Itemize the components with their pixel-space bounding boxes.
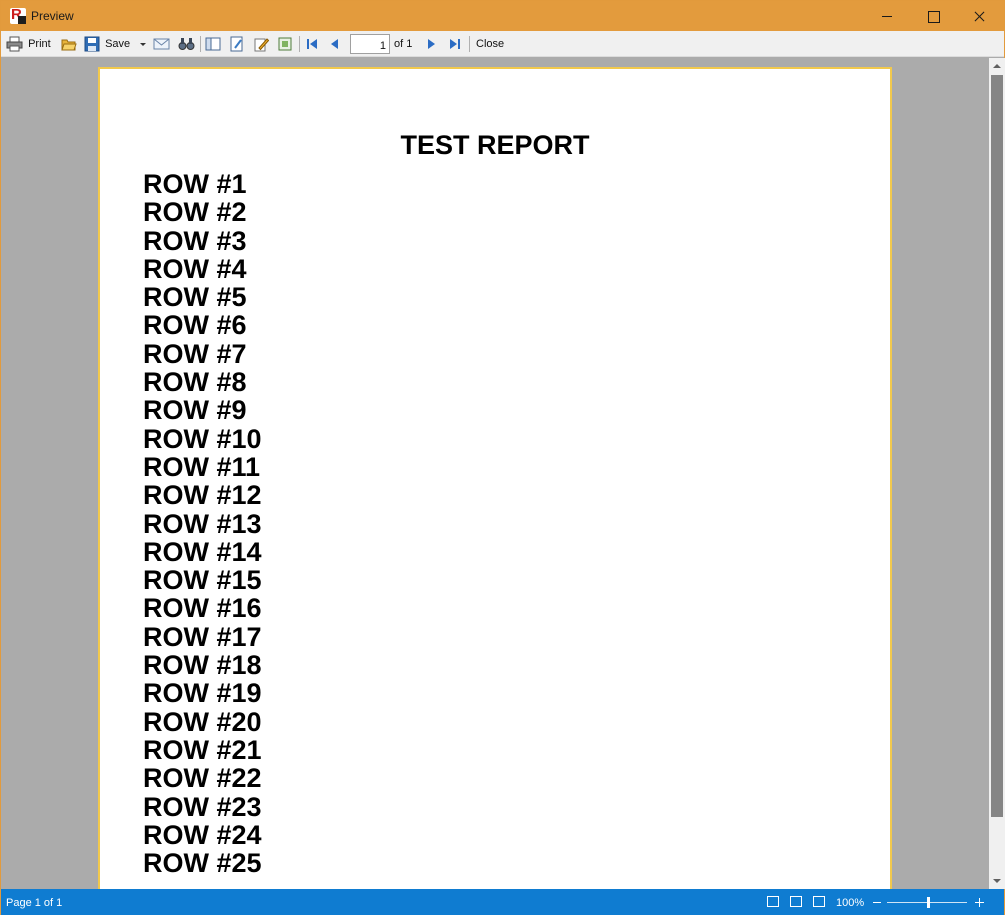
multiple-pages-icon[interactable]	[813, 896, 825, 907]
report-row: ROW #4	[143, 253, 247, 284]
print-button[interactable]: Print	[6, 34, 51, 54]
floppy-disk-icon	[84, 36, 100, 52]
previous-page-button[interactable]	[329, 34, 341, 54]
previous-page-icon	[331, 39, 338, 50]
last-page-icon	[450, 39, 460, 50]
maximize-icon[interactable]	[910, 1, 956, 31]
page-info: Page 1 of 1	[6, 897, 63, 909]
next-page-button[interactable]	[425, 34, 437, 54]
report-row: ROW #21	[143, 734, 262, 765]
report-row: ROW #17	[143, 621, 262, 652]
open-button[interactable]	[61, 34, 77, 54]
report-row: ROW #11	[143, 451, 261, 482]
find-button[interactable]	[178, 34, 195, 54]
dropdown-arrow-icon	[140, 43, 146, 47]
report-row: ROW #16	[143, 593, 262, 624]
report-row: ROW #5	[143, 282, 247, 313]
toolbar-separator	[299, 36, 300, 52]
scroll-up-icon[interactable]	[989, 58, 1005, 74]
report-row: ROW #24	[143, 819, 262, 850]
page-count: of 1	[394, 38, 413, 50]
report-row: ROW #3	[143, 225, 247, 256]
vertical-scrollbar[interactable]	[989, 58, 1005, 889]
report-row: ROW #6	[143, 310, 247, 341]
last-page-button[interactable]	[448, 34, 462, 54]
outline-panel-icon	[205, 37, 221, 51]
whole-page-icon[interactable]	[790, 896, 802, 907]
page-setup-icon	[230, 36, 243, 52]
fullscreen-icon	[278, 37, 292, 51]
toolbar: Print Save 1 of 1 Close	[1, 31, 1004, 57]
edit-button[interactable]	[253, 34, 269, 54]
close-window-icon[interactable]	[956, 1, 1002, 31]
zoom-level: 100%	[836, 897, 865, 909]
next-page-icon	[428, 39, 435, 50]
folder-open-icon	[61, 39, 77, 51]
scroll-thumb[interactable]	[991, 75, 1003, 817]
binoculars-icon	[178, 38, 195, 51]
page-number-input[interactable]	[350, 34, 390, 54]
minimize-icon[interactable]	[864, 1, 910, 31]
report-page: TEST REPORT ROW #1 ROW #2 ROW #3 ROW #4 ROW …	[98, 67, 892, 889]
report-row: ROW #7	[143, 338, 247, 369]
first-page-button[interactable]	[305, 34, 319, 54]
report-row: ROW #14	[143, 536, 262, 567]
report-row: ROW #19	[143, 678, 262, 709]
scroll-down-icon[interactable]	[989, 873, 1005, 889]
report-row: ROW #13	[143, 508, 262, 539]
print-label: Print	[28, 38, 51, 50]
zoom-slider-thumb[interactable]	[927, 897, 930, 908]
zoom-in-icon[interactable]	[975, 898, 984, 907]
outline-button[interactable]	[205, 34, 221, 54]
preview-window: R Preview Print Save 1 of 1 Close TEST R…	[0, 0, 1005, 915]
report-title: TEST REPORT	[400, 130, 590, 160]
report-rows: ROW #1 ROW #2 ROW #3 ROW #4 ROW #5 ROW #6 ROW …	[143, 169, 262, 879]
report-row: ROW #25	[143, 848, 262, 879]
report-row: ROW #23	[143, 791, 262, 822]
report-row: ROW #12	[143, 480, 262, 511]
preview-area[interactable]: TEST REPORT ROW #1 ROW #2 ROW #3 ROW #4 ROW …	[1, 58, 989, 889]
report-row: ROW #2	[143, 197, 247, 228]
first-page-icon	[307, 39, 317, 50]
pencil-icon	[254, 38, 269, 52]
report-row: ROW #18	[143, 650, 262, 681]
printer-icon	[6, 36, 23, 52]
page-width-icon[interactable]	[767, 896, 779, 907]
close-button[interactable]: Close	[476, 34, 504, 54]
status-bar: Page 1 of 1 100%	[1, 889, 1004, 915]
report-row: ROW #1	[143, 169, 247, 199]
fullscreen-button[interactable]	[277, 34, 293, 54]
toolbar-separator	[469, 36, 470, 52]
save-label: Save	[105, 38, 131, 50]
report-row: ROW #22	[143, 763, 262, 794]
title-bar[interactable]: R Preview	[1, 1, 1004, 31]
report-row: ROW #15	[143, 565, 262, 596]
app-logo-icon: R	[10, 6, 26, 24]
email-button[interactable]	[153, 34, 170, 54]
toolbar-separator	[200, 36, 201, 52]
envelope-icon	[153, 38, 170, 50]
window-title: Preview	[31, 9, 74, 23]
save-dropdown-button[interactable]	[139, 34, 147, 54]
report-row: ROW #20	[143, 706, 262, 737]
save-button[interactable]: Save	[84, 34, 130, 54]
report-row: ROW #10	[143, 423, 262, 454]
report-row: ROW #8	[143, 367, 247, 398]
page-setup-button[interactable]	[229, 34, 245, 54]
zoom-out-icon[interactable]	[873, 902, 881, 903]
report-row: ROW #9	[143, 395, 247, 426]
